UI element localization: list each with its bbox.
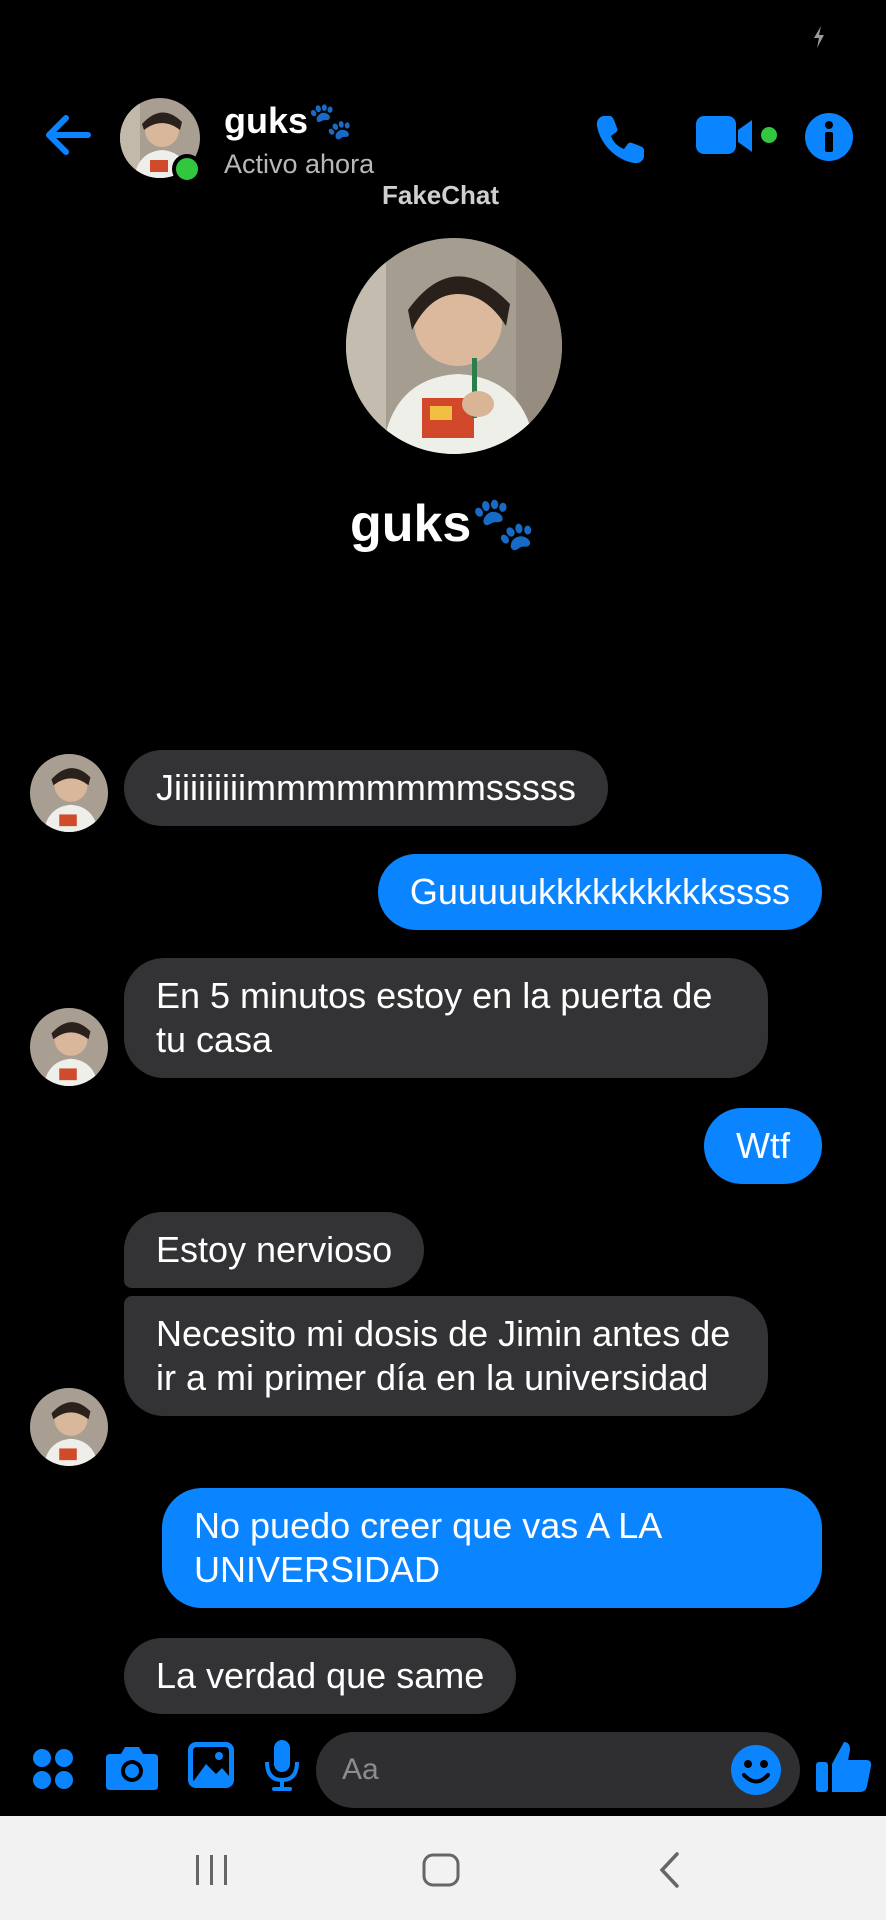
message-input[interactable]: Aa <box>316 1732 800 1808</box>
avatar-photo <box>30 1388 108 1466</box>
message-bubble-incoming[interactable]: Estoy nervioso <box>124 1212 425 1288</box>
nav-back-icon[interactable] <box>658 1852 680 1888</box>
contact-name[interactable]: guks🐾 <box>224 100 353 142</box>
message-bubble-outgoing[interactable]: No puedo creer que vas A LA UNIVERSIDAD <box>162 1488 822 1608</box>
app-watermark: FakeChat <box>382 180 500 210</box>
sender-avatar[interactable] <box>30 1388 108 1466</box>
message-bubble-outgoing[interactable]: Wtf <box>704 1108 822 1184</box>
grid-dots-icon[interactable] <box>32 1748 74 1790</box>
smiley-icon[interactable] <box>730 1744 782 1796</box>
camera-icon[interactable] <box>106 1744 158 1790</box>
recent-apps-icon[interactable] <box>194 1855 230 1885</box>
message-bubble-outgoing[interactable]: Guuuuukkkkkkkkkkssss <box>377 854 822 930</box>
online-indicator <box>172 154 202 184</box>
profile-name: guks🐾 <box>349 495 537 553</box>
thumbs-up-icon[interactable] <box>816 1738 872 1794</box>
home-icon[interactable] <box>422 1853 460 1887</box>
sender-avatar[interactable] <box>30 1008 108 1086</box>
avatar-photo <box>30 754 108 832</box>
back-arrow-icon[interactable] <box>40 108 94 162</box>
phone-icon[interactable] <box>592 112 648 168</box>
message-bubble-incoming[interactable]: La verdad que same <box>124 1638 517 1714</box>
active-status: Activo ahora <box>224 149 375 179</box>
info-icon[interactable] <box>804 112 854 162</box>
video-camera-icon[interactable] <box>696 112 778 164</box>
message-bubble-incoming[interactable]: Jiiiiiiiiimmmmmmmmsssss <box>124 750 608 826</box>
message-bubble-incoming[interactable]: En 5 minutos estoy en la puerta de tu ca… <box>124 958 768 1078</box>
image-icon[interactable] <box>188 1742 234 1788</box>
sender-avatar[interactable] <box>30 754 108 832</box>
avatar-photo <box>30 1008 108 1086</box>
microphone-icon[interactable] <box>264 1740 300 1792</box>
charging-bolt-icon <box>814 26 824 48</box>
profile-photo[interactable] <box>346 238 562 454</box>
message-bubble-incoming[interactable]: Necesito mi dosis de Jimin antes de ir a… <box>124 1296 768 1416</box>
profile-picture <box>346 238 562 454</box>
